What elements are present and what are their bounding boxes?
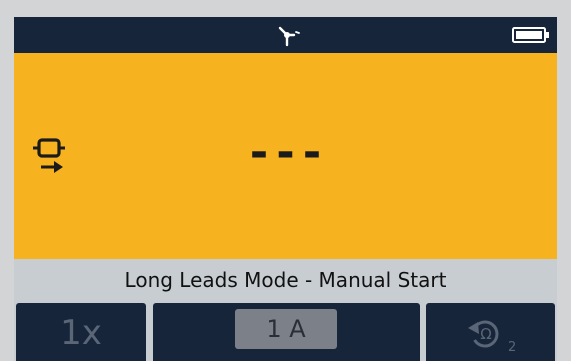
mode-banner: Long Leads Mode - Manual Start xyxy=(14,259,557,301)
main-display: --- xyxy=(14,53,557,256)
lead-null-softkey[interactable]: Ω 2 xyxy=(426,303,555,361)
reading-value: --- xyxy=(245,127,326,178)
svg-text:Ω: Ω xyxy=(480,325,491,343)
antenna-icon xyxy=(278,26,300,47)
multiplier-label: 1x xyxy=(60,313,102,353)
status-bar xyxy=(14,17,557,53)
test-current-label: 1 A xyxy=(235,309,337,349)
lead-null-icon: Ω 2 xyxy=(468,320,516,355)
multiplier-softkey[interactable]: 1x xyxy=(16,303,146,361)
test-current-softkey[interactable]: 1 A xyxy=(153,303,420,361)
meter-screen: --- Long Leads Mode - Manual Start 1x 1 … xyxy=(14,17,557,361)
null-subscript: 2 xyxy=(508,340,516,355)
softkey-bar: 1x 1 A Ω 2 xyxy=(14,301,557,361)
battery-icon xyxy=(512,27,549,43)
